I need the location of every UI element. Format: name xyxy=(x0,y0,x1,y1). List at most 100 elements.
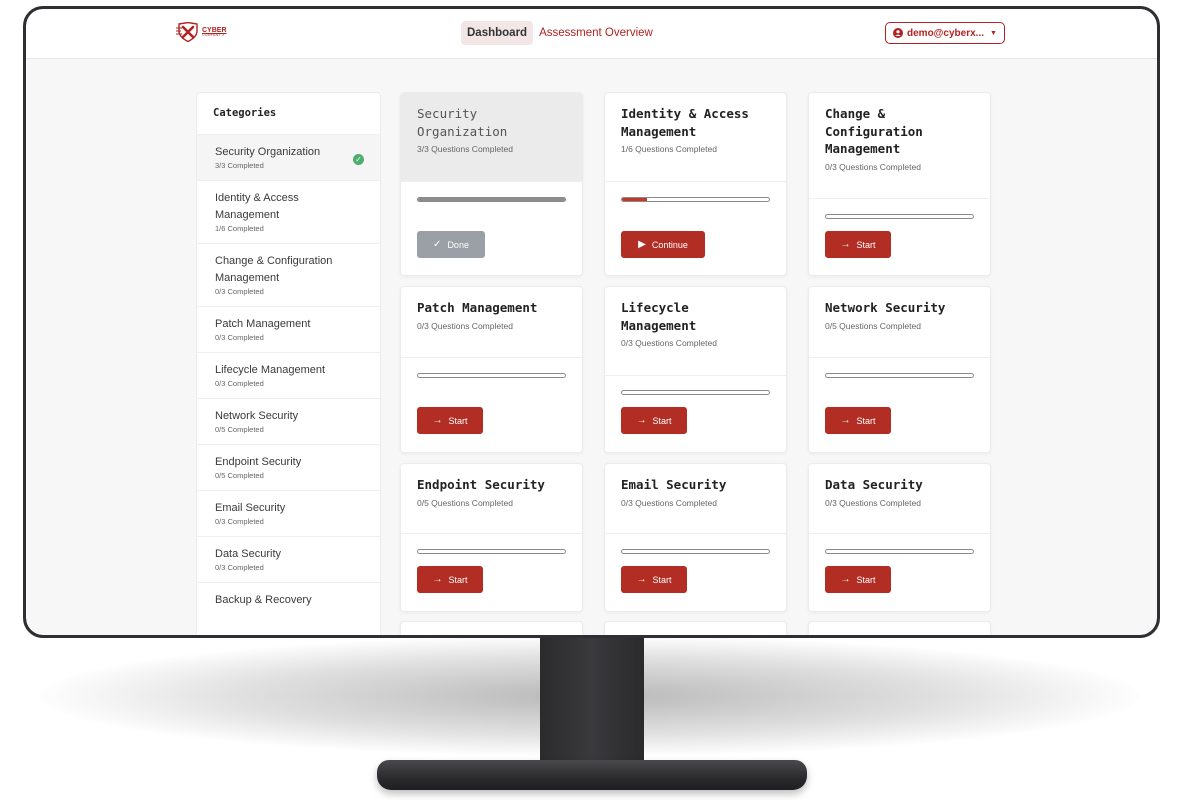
sidebar-item-email-security[interactable]: Email Security 0/3 Completed xyxy=(197,490,380,536)
categories-sidebar: Categories Security Organization 3/3 Com… xyxy=(196,92,381,635)
top-navbar: CYBER COMPANY X Dashboard Assessment Ove… xyxy=(26,9,1157,59)
card-header: Identity & Access Management 1/6 Questio… xyxy=(605,93,786,182)
category-card-endpoint-security: Endpoint Security 0/5 Questions Complete… xyxy=(400,463,583,612)
monitor-stand-neck xyxy=(540,630,644,780)
monitor-stand-base xyxy=(377,760,807,790)
progress-bar xyxy=(417,549,566,554)
category-card-lifecycle-management: Lifecycle Management 0/3 Questions Compl… xyxy=(604,286,787,453)
card-status: 0/3 Questions Completed xyxy=(825,497,921,508)
sidebar-item-security-organization[interactable]: Security Organization 3/3 Completed ✓ xyxy=(197,134,380,180)
sidebar-item-lifecycle-management[interactable]: Lifecycle Management 0/3 Completed xyxy=(197,352,380,398)
category-card-change-configuration-management: Change & Configuration Management 0/3 Qu… xyxy=(808,92,991,276)
progress-bar xyxy=(417,373,566,378)
sidebar-item-label: Identity & Access Management xyxy=(215,192,299,221)
arrow-right-icon: → xyxy=(432,574,443,585)
company-logo[interactable]: CYBER COMPANY X xyxy=(176,22,227,42)
start-button[interactable]: → Start xyxy=(621,407,687,434)
progress-fill xyxy=(622,198,647,201)
button-label: Start xyxy=(856,239,876,250)
sidebar-item-patch-management[interactable]: Patch Management 0/3 Completed xyxy=(197,306,380,352)
arrow-right-icon: → xyxy=(432,415,443,426)
start-button[interactable]: → Start xyxy=(825,566,891,593)
card-header: Patch Management 0/3 Questions Completed xyxy=(401,287,582,358)
progress-bar xyxy=(417,197,566,202)
user-email: demo@cyberx... xyxy=(907,27,985,39)
button-label: Done xyxy=(447,239,469,250)
button-label: Start xyxy=(448,574,468,585)
card-status: 0/5 Questions Completed xyxy=(417,497,513,508)
button-label: Start xyxy=(652,574,672,585)
sidebar-item-progress: 0/5 Completed xyxy=(215,425,264,434)
progress-bar xyxy=(621,390,770,395)
progress-bar xyxy=(825,549,974,554)
card-title: Data Security xyxy=(825,477,923,492)
card-status: 0/5 Questions Completed xyxy=(825,320,921,331)
card-title: Identity & Access Management xyxy=(621,106,749,139)
card-title: Patch Management xyxy=(417,300,538,315)
sidebar-item-identity-access-management[interactable]: Identity & Access Management 1/6 Complet… xyxy=(197,180,380,243)
sidebar-item-progress: 0/3 Completed xyxy=(215,563,264,572)
button-label: Start xyxy=(448,415,468,426)
start-button[interactable]: → Start xyxy=(825,231,891,258)
monitor-bezel: CYBER COMPANY X Dashboard Assessment Ove… xyxy=(23,6,1160,638)
arrow-right-icon: → xyxy=(636,574,647,585)
arrow-right-icon: → xyxy=(840,239,851,250)
sidebar-item-progress: 0/3 Completed xyxy=(215,287,264,296)
sidebar-item-backup-recovery[interactable]: Backup & Recovery xyxy=(197,582,380,618)
card-status: 3/3 Questions Completed xyxy=(417,144,513,154)
sidebar-item-label: Backup & Recovery xyxy=(215,594,312,606)
app-screen: CYBER COMPANY X Dashboard Assessment Ove… xyxy=(26,9,1157,635)
sidebar-item-label: Lifecycle Management xyxy=(215,364,326,376)
sidebar-item-change-configuration-management[interactable]: Change & Configuration Management 0/3 Co… xyxy=(197,243,380,306)
sidebar-item-label: Change & Configuration Management xyxy=(215,255,333,284)
start-button[interactable]: → Start xyxy=(825,407,891,434)
sidebar-item-progress: 3/3 Completed xyxy=(215,161,264,170)
card-title: Network Security xyxy=(825,300,946,315)
sidebar-item-label: Endpoint Security xyxy=(215,456,302,468)
main-nav: Dashboard Assessment Overview xyxy=(461,21,659,45)
card-status: 0/3 Questions Completed xyxy=(621,338,717,348)
start-button[interactable]: → Start xyxy=(417,566,483,593)
start-button[interactable]: → Start xyxy=(621,566,687,593)
user-menu-button[interactable]: demo@cyberx... ▼ xyxy=(885,22,1005,44)
start-button[interactable]: → Start xyxy=(417,407,483,434)
button-label: Start xyxy=(652,415,672,426)
caret-down-icon: ▼ xyxy=(990,29,997,37)
card-status: 0/3 Questions Completed xyxy=(417,320,513,331)
check-icon: ✓ xyxy=(433,239,442,250)
sidebar-item-network-security[interactable]: Network Security 0/5 Completed xyxy=(197,398,380,444)
card-title: Email Security xyxy=(621,477,727,492)
shield-x-logo-icon xyxy=(176,22,198,42)
arrow-right-icon: → xyxy=(840,574,851,585)
sidebar-item-progress: 0/3 Completed xyxy=(215,379,264,388)
card-header: Network Security 0/5 Questions Completed xyxy=(809,287,990,358)
card-header: Security Organization 3/3 Questions Comp… xyxy=(401,93,582,182)
nav-assessment-overview[interactable]: Assessment Overview xyxy=(533,21,659,45)
done-button[interactable]: ✓ Done xyxy=(417,231,485,258)
category-card-network-security: Network Security 0/5 Questions Completed… xyxy=(808,286,991,453)
card-status: 0/3 Questions Completed xyxy=(621,497,717,508)
continue-button[interactable]: ▶ Continue xyxy=(621,231,705,258)
sidebar-item-progress: 0/3 Completed xyxy=(215,333,264,342)
card-title: Lifecycle Management xyxy=(621,300,697,333)
category-card-email-security: Email Security 0/3 Questions Completed →… xyxy=(604,463,787,612)
sidebar-item-progress: 0/5 Completed xyxy=(215,471,264,480)
sidebar-item-endpoint-security[interactable]: Endpoint Security 0/5 Completed xyxy=(197,444,380,490)
logo-tagline: COMPANY X xyxy=(202,32,225,37)
button-label: Continue xyxy=(651,239,688,250)
card-header: Email Security 0/3 Questions Completed xyxy=(605,464,786,534)
sidebar-item-label: Data Security xyxy=(215,548,282,560)
progress-fill xyxy=(418,198,565,201)
sidebar-item-label: Patch Management xyxy=(215,318,311,330)
card-title: Endpoint Security xyxy=(417,477,545,492)
sidebar-item-label: Email Security xyxy=(215,502,286,514)
play-icon: ▶ xyxy=(638,239,646,250)
card-header: Data Security 0/3 Questions Completed xyxy=(809,464,990,534)
category-card-patch-management: Patch Management 0/3 Questions Completed… xyxy=(400,286,583,453)
arrow-right-icon: → xyxy=(840,415,851,426)
card-header: Lifecycle Management 0/3 Questions Compl… xyxy=(605,287,786,376)
progress-bar xyxy=(621,549,770,554)
sidebar-item-data-security[interactable]: Data Security 0/3 Completed xyxy=(197,536,380,582)
sidebar-item-label: Network Security xyxy=(215,410,299,422)
nav-dashboard[interactable]: Dashboard xyxy=(461,21,534,45)
